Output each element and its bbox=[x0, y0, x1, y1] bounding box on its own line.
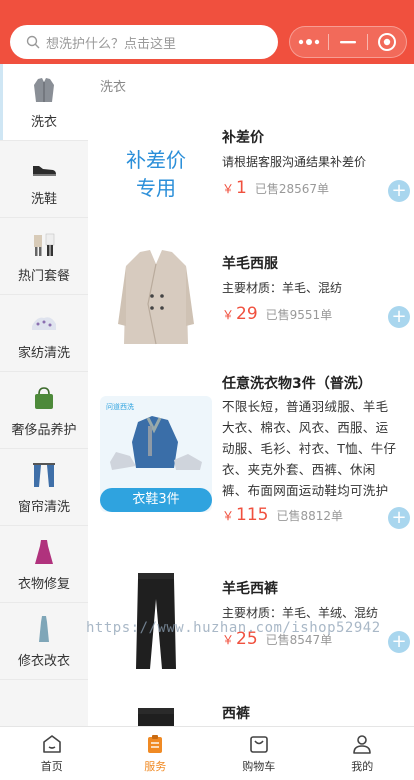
tab-service[interactable]: 服务 bbox=[104, 727, 208, 780]
gown-icon bbox=[39, 615, 49, 642]
promo-badge: 衣鞋3件 bbox=[100, 488, 212, 512]
product-name: 西裤 bbox=[222, 706, 250, 722]
more-dots-icon bbox=[298, 39, 320, 45]
product-name: 羊毛西裤 bbox=[222, 581, 278, 597]
list-item[interactable]: 补差价 专用 补差价 请根据客服沟通结果补差价 ￥ 1 已售28567单 + bbox=[88, 124, 414, 234]
sidebar-item-bedding[interactable]: 家纺清洗 bbox=[0, 295, 88, 372]
clipboard-icon bbox=[148, 735, 163, 753]
sold-count: 已售9551单 bbox=[265, 308, 333, 322]
bottom-tab-bar: 首页 服务 购物车 我的 bbox=[0, 726, 414, 780]
sidebar-item-clothes-repair[interactable]: 衣物修复 bbox=[0, 526, 88, 603]
search-icon bbox=[26, 35, 40, 49]
product-price: ￥ 115 bbox=[222, 505, 269, 525]
close-button[interactable] bbox=[368, 27, 406, 57]
product-desc: 不限长短，普通羽绒服、羊毛大衣、棉衣、风衣、西服、运动服、毛衫、衬衣、T恤、牛仔… bbox=[222, 399, 397, 498]
product-name: 羊毛西服 bbox=[222, 256, 278, 272]
product-name: 任意洗衣物3件（普洗） bbox=[222, 376, 372, 392]
minimize-icon bbox=[340, 41, 356, 44]
add-to-cart-button[interactable]: + bbox=[388, 631, 410, 653]
sidebar-item-label: 窗帘清洗 bbox=[17, 499, 70, 515]
sidebar-item-shoes[interactable]: 洗鞋 bbox=[0, 141, 88, 218]
category-sidebar: 洗衣 洗鞋 热门套餐 家纺清洗 奢侈品养护 窗帘清洗 衣物修复 修衣改衣 bbox=[0, 64, 88, 726]
watermark-text: https://www.huzhan.com/ishop52942 bbox=[86, 620, 381, 636]
handbag-icon bbox=[35, 386, 53, 409]
shoe-icon bbox=[33, 165, 56, 176]
sold-count: 已售28567单 bbox=[254, 182, 330, 196]
curtain-icon bbox=[33, 462, 55, 487]
sidebar-item-label: 洗衣 bbox=[30, 114, 57, 130]
cart-bag-icon bbox=[249, 736, 268, 753]
sidebar-item-alterations[interactable]: 修衣改衣 bbox=[0, 603, 88, 680]
sidebar-item-label: 洗鞋 bbox=[30, 191, 57, 207]
add-to-cart-button[interactable]: + bbox=[388, 180, 410, 202]
product-desc: 主要材质：羊毛、混纺 bbox=[222, 281, 343, 295]
home-icon bbox=[42, 735, 61, 753]
sidebar-item-hot-packages[interactable]: 热门套餐 bbox=[0, 218, 88, 295]
sidebar-item-label: 热门套餐 bbox=[17, 268, 70, 284]
list-item[interactable]: 西裤 bbox=[88, 700, 414, 726]
tab-label: 购物车 bbox=[242, 760, 276, 773]
add-to-cart-button[interactable]: + bbox=[388, 306, 410, 328]
sidebar-item-laundry[interactable]: 洗衣 bbox=[0, 64, 88, 141]
sidebar-item-label: 家纺清洗 bbox=[17, 345, 70, 361]
tab-profile[interactable]: 我的 bbox=[311, 727, 414, 780]
wool-blazer-image bbox=[118, 250, 194, 345]
sidebar-item-luxury-care[interactable]: 奢侈品养护 bbox=[0, 372, 88, 449]
list-item[interactable]: 问道西洗 衣鞋3件 任意洗衣物3件（普洗） 不限长短，普通羽绒服、羊毛大衣、棉衣… bbox=[88, 374, 414, 544]
sidebar-item-label: 修衣改衣 bbox=[17, 653, 70, 669]
product-name: 补差价 bbox=[222, 130, 264, 146]
section-title: 洗衣 bbox=[100, 80, 127, 95]
minimize-button[interactable] bbox=[329, 27, 367, 57]
coat-icon bbox=[34, 77, 54, 102]
add-to-cart-button[interactable]: + bbox=[388, 507, 410, 529]
product-image: 补差价 专用 bbox=[100, 134, 212, 214]
app-header: 想洗护什么？点击这里 bbox=[0, 0, 414, 64]
image-text: 补差价 bbox=[126, 148, 186, 172]
outfit-icon bbox=[34, 233, 55, 256]
product-price: ￥ 29 bbox=[222, 304, 258, 324]
mini-program-capsule bbox=[289, 26, 407, 58]
sold-count: 已售8812单 bbox=[276, 509, 344, 523]
sidebar-item-curtains[interactable]: 窗帘清洗 bbox=[0, 449, 88, 526]
brand-text: 问道西洗 bbox=[106, 403, 134, 411]
tab-home[interactable]: 首页 bbox=[0, 727, 104, 780]
search-placeholder: 想洗护什么？点击这里 bbox=[46, 36, 177, 52]
search-bar[interactable]: 想洗护什么？点击这里 bbox=[10, 25, 278, 59]
product-price: ￥ 1 bbox=[222, 178, 247, 198]
bedding-icon bbox=[32, 316, 56, 330]
image-text: 专用 bbox=[136, 176, 176, 200]
tab-cart[interactable]: 购物车 bbox=[207, 727, 311, 780]
more-button[interactable] bbox=[290, 27, 328, 57]
trousers-image bbox=[138, 708, 174, 726]
sidebar-item-label: 衣物修复 bbox=[17, 576, 70, 592]
product-desc: 请根据客服沟通结果补差价 bbox=[222, 155, 367, 169]
tab-label: 服务 bbox=[144, 760, 167, 773]
target-close-icon bbox=[378, 33, 396, 51]
tab-label: 我的 bbox=[351, 760, 374, 773]
promo-image: 问道西洗 衣鞋3件 bbox=[100, 396, 212, 512]
dress-icon bbox=[35, 539, 53, 564]
list-item[interactable]: 羊毛西服 主要材质：羊毛、混纺 ￥ 29 已售9551单 + bbox=[88, 242, 414, 362]
tab-label: 首页 bbox=[40, 760, 63, 773]
user-icon bbox=[353, 735, 372, 754]
sidebar-item-label: 奢侈品养护 bbox=[11, 422, 77, 438]
clothes-shoes-illustration bbox=[110, 416, 202, 470]
